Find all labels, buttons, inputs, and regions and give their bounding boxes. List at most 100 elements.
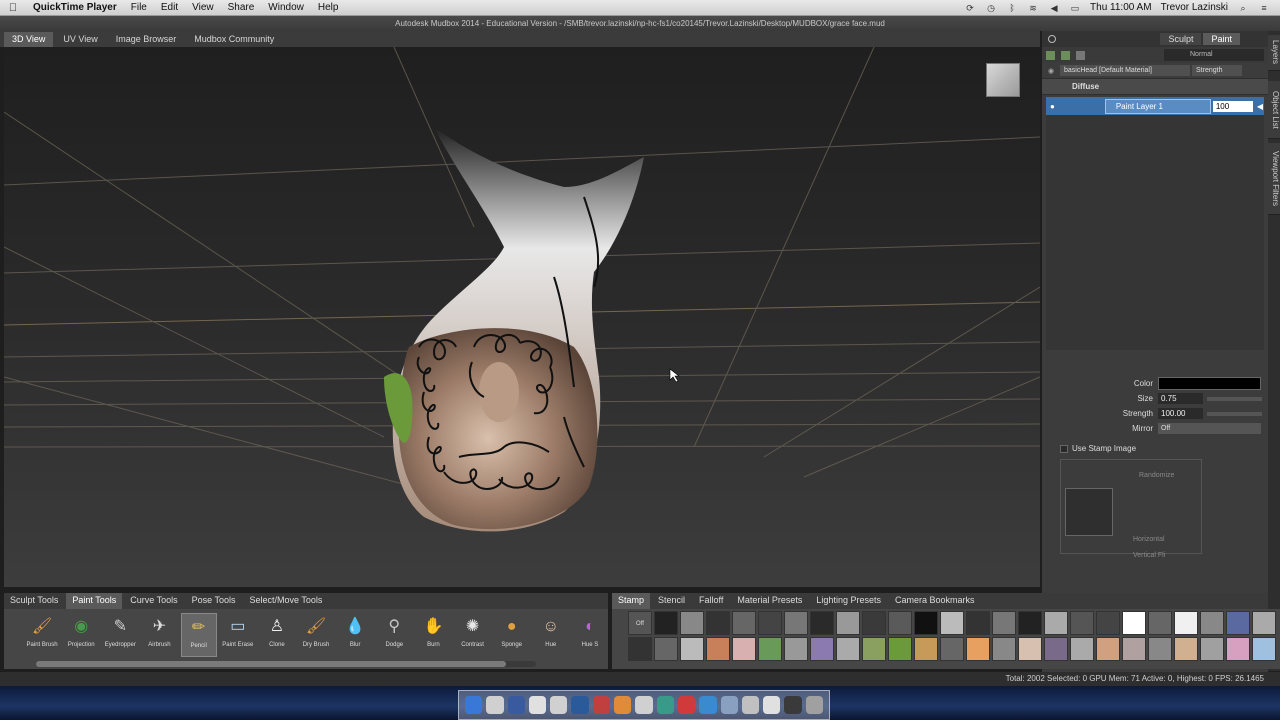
tab-pose-tools[interactable]: Pose Tools — [186, 593, 242, 609]
tools-scrollbar-thumb[interactable] — [36, 661, 506, 667]
mudbox-icon[interactable] — [677, 696, 696, 714]
stamp-thumbnail[interactable] — [1174, 611, 1198, 635]
tab-curve-tools[interactable]: Curve Tools — [124, 593, 183, 609]
tool-airbrush[interactable]: ✈ Airbrush — [141, 613, 177, 657]
tool-burn[interactable]: ✋ Burn — [415, 613, 451, 657]
tool-hue[interactable]: ☺ Hue — [533, 613, 569, 657]
tool-eyedropper[interactable]: ✎ Eyedropper — [102, 613, 138, 657]
strength-slider[interactable] — [1207, 411, 1262, 416]
preview-icon[interactable] — [741, 696, 760, 714]
stamp-thumbnail[interactable] — [1226, 637, 1250, 661]
new-layer-icon[interactable] — [1046, 50, 1055, 60]
stamp-thumbnail[interactable] — [680, 637, 704, 661]
bluetooth-icon[interactable]: ᛒ — [1006, 3, 1018, 13]
tab-paint[interactable]: Paint — [1203, 33, 1240, 45]
tab-image-browser[interactable]: Image Browser — [108, 32, 185, 47]
layer-opacity-field[interactable]: 100 — [1212, 100, 1253, 112]
tool-blur[interactable]: 💧 Blur — [337, 613, 373, 657]
tool-eraser[interactable]: ▭ Paint Erase — [220, 613, 256, 657]
tab-stencil[interactable]: Stencil — [652, 593, 691, 609]
stamp-thumbnail[interactable] — [1122, 611, 1146, 635]
tab-material-presets[interactable]: Material Presets — [731, 593, 808, 609]
stamp-thumbnail[interactable] — [810, 637, 834, 661]
stamp-thumbnail[interactable] — [992, 637, 1016, 661]
trash-icon[interactable] — [805, 696, 824, 714]
photo-icon[interactable] — [528, 696, 547, 714]
opacity-slider-arrow-icon[interactable]: ◀ — [1257, 102, 1263, 111]
stamp-thumbnail[interactable] — [1174, 637, 1198, 661]
stamp-thumbnail[interactable] — [784, 637, 808, 661]
photoshop-icon[interactable] — [571, 696, 589, 714]
time-machine-icon[interactable]: ◷ — [985, 3, 997, 13]
tool-sponge[interactable]: ● Sponge — [494, 613, 530, 657]
system-icon[interactable] — [550, 696, 568, 714]
stamp-thumbnail[interactable] — [940, 637, 964, 661]
terminal-icon[interactable] — [784, 696, 802, 714]
list-icon[interactable]: ≡ — [1258, 3, 1270, 13]
stamp-thumbnail[interactable] — [680, 611, 704, 635]
menu-window[interactable]: Window — [261, 2, 311, 13]
tab-uv-view[interactable]: UV View — [55, 32, 105, 47]
size-field[interactable]: 0.75 — [1158, 393, 1203, 404]
tools-scrollbar[interactable] — [36, 661, 536, 667]
battery-icon[interactable]: ▭ — [1069, 3, 1081, 13]
stamp-thumbnail[interactable] — [966, 637, 990, 661]
menu-view[interactable]: View — [185, 2, 221, 13]
material-row[interactable]: ◉ basicHead [Default Material] Strength — [1042, 63, 1268, 79]
stamp-thumbnail[interactable] — [888, 611, 912, 635]
folder-icon[interactable] — [720, 696, 738, 714]
stamp-thumbnail[interactable] — [1122, 637, 1146, 661]
stamp-thumbnail[interactable] — [1200, 611, 1224, 635]
layer-visibility-icon[interactable]: ● — [1050, 102, 1055, 111]
stamp-thumbnail[interactable] — [1018, 637, 1042, 661]
stamp-thumbnail[interactable] — [1252, 637, 1276, 661]
safari-icon[interactable] — [699, 696, 717, 714]
menu-file[interactable]: File — [124, 2, 154, 13]
camera-icon[interactable] — [635, 696, 653, 714]
menu-share[interactable]: Share — [221, 2, 262, 13]
finder-icon[interactable] — [465, 696, 483, 714]
tool-dry-brush[interactable]: 🖌 Dry Brush — [298, 613, 334, 657]
layer-options-icon[interactable] — [1061, 50, 1070, 60]
stamp-thumbnail[interactable] — [758, 637, 782, 661]
tab-sculpt[interactable]: Sculpt — [1160, 33, 1202, 45]
panel-options-icon[interactable] — [1048, 35, 1056, 43]
layer-delete-icon[interactable] — [1076, 50, 1085, 60]
stamp-thumbnail[interactable] — [732, 637, 756, 661]
tool-hue-shift[interactable]: ◐ Hue S — [572, 613, 608, 657]
search-icon[interactable]: ⌕ — [1237, 3, 1249, 13]
tool-paint-brush[interactable]: 🖌 Paint Brush — [24, 613, 60, 657]
view-cube[interactable] — [986, 63, 1020, 97]
stamp-thumbnail[interactable] — [706, 637, 730, 661]
tab-paint-tools[interactable]: Paint Tools — [66, 593, 123, 609]
stamp-thumbnail[interactable] — [784, 611, 808, 635]
tool-contrast[interactable]: ✺ Contrast — [454, 613, 490, 657]
menu-help[interactable]: Help — [311, 2, 346, 13]
tab-falloff[interactable]: Falloff — [693, 593, 729, 609]
maya-icon[interactable] — [656, 696, 674, 714]
mission-control-icon[interactable] — [507, 696, 525, 714]
tab-sculpt-tools[interactable]: Sculpt Tools — [4, 593, 64, 609]
stamp-thumbnail[interactable] — [628, 637, 652, 661]
stamp-thumbnail[interactable] — [836, 611, 860, 635]
blend-mode-select[interactable]: Normal — [1164, 49, 1264, 61]
volume-icon[interactable]: ◀ — [1048, 3, 1060, 13]
stamp-thumbnail[interactable] — [862, 611, 886, 635]
stamp-thumbnail[interactable] — [1252, 611, 1276, 635]
stamp-thumbnail[interactable] — [940, 611, 964, 635]
user-name[interactable]: Trevor Lazinski — [1161, 2, 1228, 13]
tab-select-move-tools[interactable]: Select/Move Tools — [243, 593, 328, 609]
tab-lighting-presets[interactable]: Lighting Presets — [810, 593, 887, 609]
stamp-thumbnail[interactable] — [1044, 637, 1068, 661]
tool-clone[interactable]: ♙ Clone — [259, 613, 295, 657]
tab-stamp[interactable]: Stamp — [612, 593, 651, 609]
wifi-icon[interactable]: ≋ — [1027, 3, 1039, 13]
stamp-thumbnail[interactable] — [862, 637, 886, 661]
use-stamp-row[interactable]: Use Stamp Image — [1046, 444, 1264, 453]
tool-dodge[interactable]: ⚲ Dodge — [376, 613, 412, 657]
side-tab-layers[interactable]: Layers — [1268, 35, 1280, 71]
use-stamp-checkbox[interactable] — [1060, 444, 1068, 453]
stamp-thumbnail[interactable] — [758, 611, 782, 635]
tool-pencil[interactable]: ✏ Pencil — [180, 613, 217, 657]
illustrator-icon[interactable] — [614, 696, 632, 714]
